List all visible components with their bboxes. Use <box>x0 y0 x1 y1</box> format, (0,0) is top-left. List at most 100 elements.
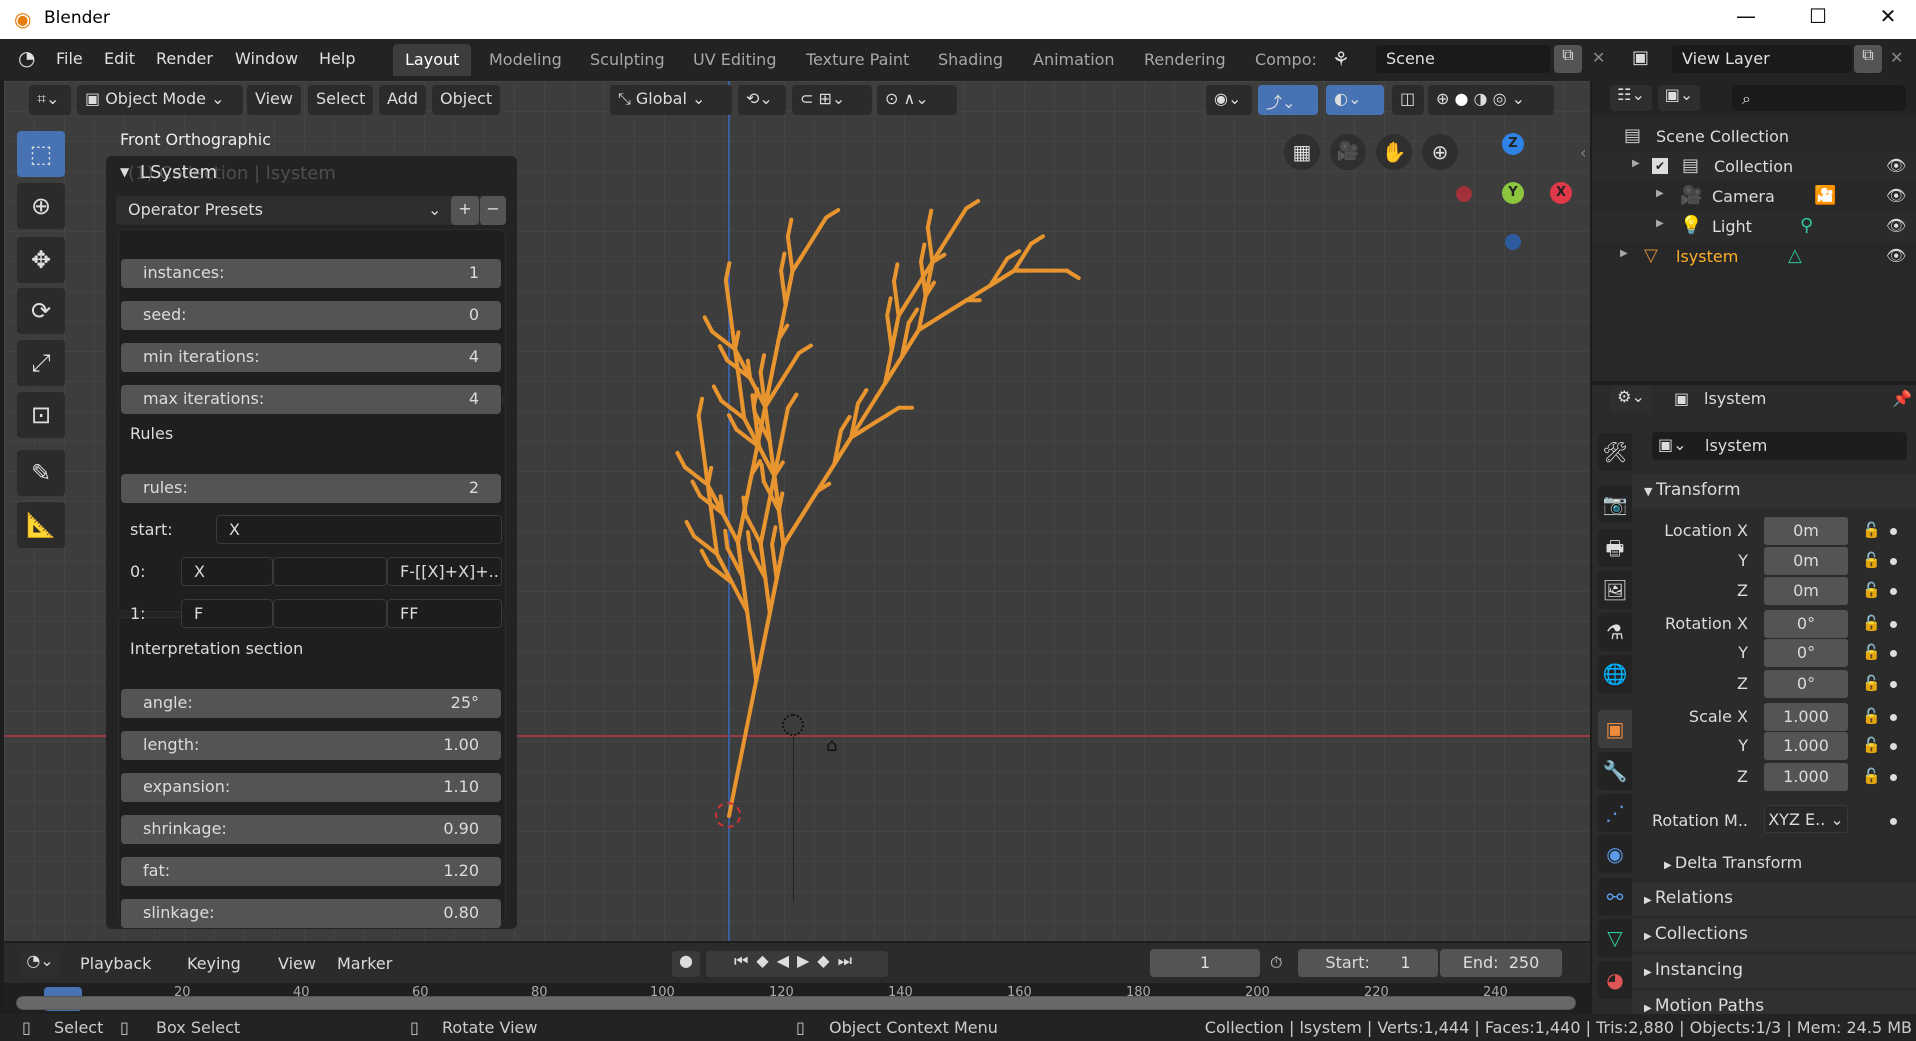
rule-to-input[interactable]: FF <box>387 599 502 628</box>
timeline-ruler[interactable]: 20 40 60 80 100 120 140 160 180 200 220 240 <box>4 983 1590 1014</box>
eye-icon[interactable]: 👁 <box>1886 186 1906 205</box>
scene-name-field[interactable]: Scene <box>1376 45 1550 73</box>
annotate-tool-icon[interactable]: ✎ <box>17 450 65 496</box>
transform-value-field[interactable]: 0° <box>1764 610 1848 638</box>
param-field[interactable]: seed: 0 <box>121 301 501 330</box>
lock-icon[interactable]: 🔓 <box>1862 551 1881 569</box>
keyframe-dot[interactable] <box>1890 743 1897 750</box>
tab-layout[interactable]: Layout <box>393 44 472 76</box>
lock-icon[interactable]: 🔓 <box>1862 707 1881 725</box>
interp-field[interactable]: slinkage: 0.80 <box>121 899 501 928</box>
menu-marker[interactable]: Marker <box>337 954 392 973</box>
rule-to-input[interactable]: F-[[X]+X]+.. <box>387 557 502 586</box>
outliner-row[interactable]: ▶ 🎥 Camera 🎦 👁 <box>1592 182 1916 212</box>
properties-section-header[interactable]: ▶ Collections <box>1632 917 1916 951</box>
display-mode-icon[interactable]: ▣⌄ <box>1658 85 1700 111</box>
world-icon[interactable]: 🌐 <box>1598 655 1632 693</box>
menu-playback[interactable]: Playback <box>80 954 151 973</box>
outliner-editor-type-icon[interactable]: ☷⌄ <box>1610 85 1652 111</box>
keyframe-dot[interactable] <box>1890 714 1897 721</box>
interp-field[interactable]: shrinkage: 0.90 <box>121 815 501 844</box>
end-frame-field[interactable]: End: 250 <box>1440 949 1562 977</box>
select-tool-icon[interactable]: ⬚ <box>17 131 65 177</box>
remove-preset-button[interactable]: − <box>480 196 506 225</box>
tab-sculpting[interactable]: Sculpting <box>578 44 677 76</box>
menu-file[interactable]: File <box>56 49 83 68</box>
constraints-icon[interactable]: ⚯ <box>1598 878 1632 916</box>
add-preset-button[interactable]: + <box>451 196 479 225</box>
properties-editor-type-icon[interactable]: ⚙⌄ <box>1610 387 1652 413</box>
rules-count-field[interactable]: rules: 2 <box>121 474 501 503</box>
timeline-editor-type-icon[interactable]: ◔⌄ <box>20 951 60 977</box>
mesh-data-icon[interactable]: △ <box>1788 245 1802 266</box>
tab-modeling[interactable]: Modeling <box>477 44 574 76</box>
camera-data-icon[interactable]: 🎦 <box>1814 185 1836 206</box>
maximize-button[interactable]: ☐ <box>1798 4 1838 28</box>
tab-texture-paint[interactable]: Texture Paint <box>794 44 921 76</box>
orientation-dropdown[interactable]: ⤡ Global ⌄ <box>610 85 732 115</box>
expand-arrow-icon[interactable]: ▶ <box>1620 248 1628 259</box>
tab-shading[interactable]: Shading <box>926 44 1015 76</box>
menu-keying[interactable]: Keying <box>187 954 241 973</box>
outliner-search-input[interactable]: ⌕ <box>1732 85 1906 111</box>
interp-field[interactable]: angle: 25° <box>121 689 501 718</box>
object-name-field[interactable]: ▣⌄ lsystem <box>1652 432 1907 460</box>
lock-icon[interactable]: 🔓 <box>1862 643 1881 661</box>
interp-field[interactable]: length: 1.00 <box>121 731 501 760</box>
zoom-icon[interactable]: ⊕ <box>1422 134 1458 170</box>
delete-scene-icon[interactable]: ✕ <box>1592 48 1605 67</box>
gizmo-toggle-icon[interactable]: ⤴⌄ <box>1258 85 1318 115</box>
transform-value-field[interactable]: 1.000 <box>1764 703 1848 731</box>
scene-selector-icon[interactable]: ⚘ <box>1332 47 1350 71</box>
eye-icon[interactable]: 👁 <box>1886 156 1906 175</box>
record-button[interactable]: ● <box>672 951 700 977</box>
output-icon[interactable]: 🖶 <box>1598 529 1632 567</box>
shading-modes[interactable]: ⊕ ● ◑ ◎ ⌄ <box>1428 85 1554 115</box>
expand-arrow-icon[interactable]: ▶ <box>1656 188 1664 199</box>
data-icon[interactable]: ▽ <box>1598 919 1632 957</box>
new-scene-icon[interactable]: ⧉ <box>1554 45 1582 73</box>
interp-field[interactable]: fat: 1.20 <box>121 857 501 886</box>
tab-rendering[interactable]: Rendering <box>1132 44 1238 76</box>
lock-icon[interactable]: 🔓 <box>1862 674 1881 692</box>
properties-section-header[interactable]: ▶ Instancing <box>1632 953 1916 987</box>
close-button[interactable]: ✕ <box>1868 4 1908 28</box>
view-layer-tab-icon[interactable]: 🖼 <box>1598 571 1632 609</box>
snap-icon[interactable]: ⊂ ⊞⌄ <box>792 85 872 115</box>
param-field[interactable]: min iterations: 4 <box>121 343 501 372</box>
menu-window[interactable]: Window <box>235 49 298 68</box>
modifier-icon[interactable]: 🔧 <box>1598 752 1632 790</box>
timeline-scrollbar[interactable] <box>16 996 1576 1010</box>
transform-tool-icon[interactable]: ⊡ <box>17 392 65 438</box>
menu-help[interactable]: Help <box>319 49 355 68</box>
menu-add[interactable]: Add <box>379 85 426 115</box>
menu-view[interactable]: View <box>247 85 301 115</box>
stopwatch-icon[interactable]: ⏱ <box>1270 953 1282 973</box>
light-object-icon[interactable] <box>782 714 804 736</box>
menu-object[interactable]: Object <box>432 85 501 115</box>
move-tool-icon[interactable]: ✥ <box>17 237 65 283</box>
xray-icon[interactable]: ◫ <box>1392 85 1424 115</box>
gizmo-neg-x-dot[interactable] <box>1456 186 1472 202</box>
particles-icon[interactable]: ⋰ <box>1598 794 1632 832</box>
minimize-button[interactable]: — <box>1726 4 1766 28</box>
visibility-icon[interactable]: ◉⌄ <box>1206 85 1252 115</box>
gizmo-x-axis[interactable]: X <box>1550 182 1572 204</box>
gizmo-y-axis[interactable]: Y <box>1502 182 1524 204</box>
transform-value-field[interactable]: 0° <box>1764 670 1848 698</box>
keyframe-dot[interactable] <box>1890 650 1897 657</box>
pin-icon[interactable]: 📌 <box>1892 389 1912 408</box>
menu-select[interactable]: Select <box>308 85 374 115</box>
operator-presets-dropdown[interactable]: Operator Presets ⌄ + − <box>116 196 506 225</box>
gizmo-neg-z-dot[interactable] <box>1505 234 1521 250</box>
physics-icon[interactable]: ◉ <box>1598 835 1632 873</box>
eye-icon[interactable]: 👁 <box>1886 216 1906 235</box>
object-mode-dropdown[interactable]: ▣ Object Mode ⌄ <box>77 85 243 115</box>
outliner-row[interactable]: ▤ Scene Collection <box>1592 122 1916 152</box>
start-frame-field[interactable]: Start: 1 <box>1298 949 1438 977</box>
ortho-grid-icon[interactable]: ▦ <box>1284 134 1320 170</box>
param-field[interactable]: instances: 1 <box>121 259 501 288</box>
keyframe-dot[interactable] <box>1890 818 1897 825</box>
pan-hand-icon[interactable]: ✋ <box>1376 134 1412 170</box>
rule-from-input[interactable]: X <box>181 557 273 586</box>
